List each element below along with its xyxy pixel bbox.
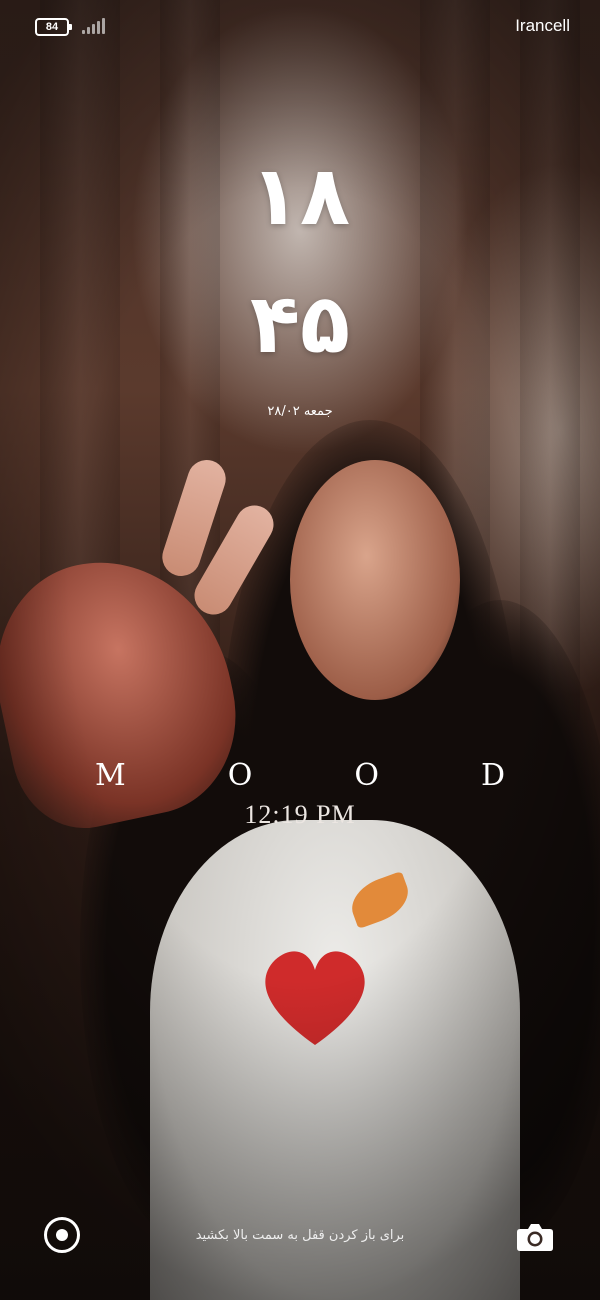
mood-letter: D — [480, 758, 505, 793]
clock-minute: ۴۵ — [249, 277, 351, 372]
mood-letter: O — [227, 758, 253, 793]
unlock-hint: برای باز کردن قفل به سمت بالا بکشید — [195, 1228, 405, 1243]
carrier-name: Irancell — [515, 16, 570, 35]
signal-icon — [82, 18, 108, 34]
battery-level: 84 — [45, 21, 59, 33]
date-label: جمعه ۲۸/۰۲ — [267, 404, 333, 419]
status-bar: 84 Irancell — [0, 0, 600, 54]
widget-time: 12:19 PM — [244, 800, 356, 829]
clock-hour: ۱۸ — [249, 149, 351, 244]
battery-indicator: 84 — [35, 18, 72, 36]
mood-letter: M — [95, 758, 126, 793]
mood-letter: O — [354, 758, 379, 793]
camera-icon[interactable] — [516, 1222, 554, 1252]
mood-widget-title: M O O D — [95, 758, 505, 793]
